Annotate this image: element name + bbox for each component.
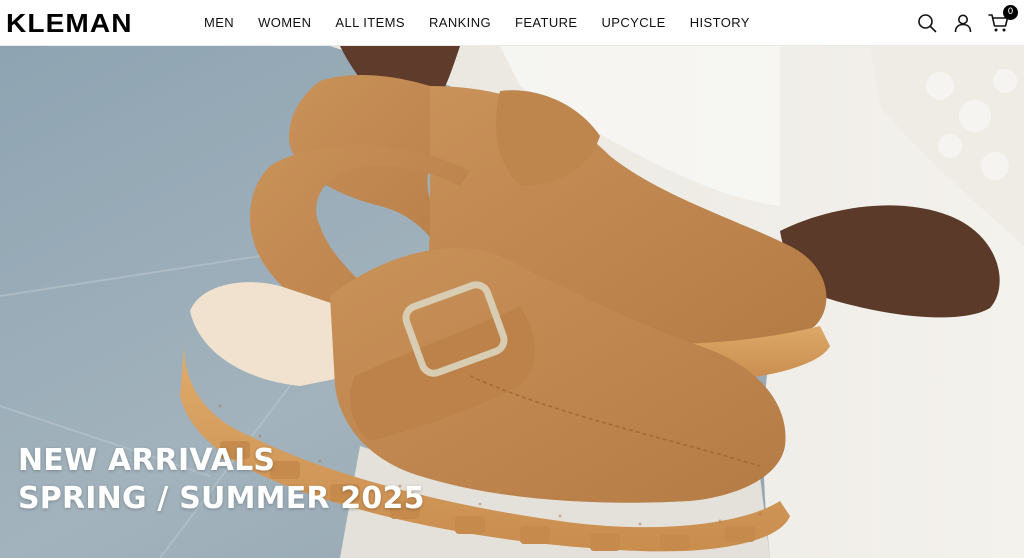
header-actions: 0 [916,4,1018,34]
nav-item-history[interactable]: HISTORY [690,15,750,30]
hero-caption: NEW ARRIVALS SPRING / SUMMER 2025 [18,442,425,518]
nav-item-all-items[interactable]: ALL ITEMS [335,15,405,30]
nav-item-ranking[interactable]: RANKING [429,15,491,30]
account-button[interactable] [952,12,974,34]
nav-item-men[interactable]: MEN [204,15,234,30]
nav-item-feature[interactable]: FEATURE [515,15,578,30]
nav-item-upcycle[interactable]: UPCYCLE [602,15,666,30]
user-icon [954,14,972,32]
site-header: KLEMAN MEN WOMEN ALL ITEMS RANKING FEATU… [0,0,1024,46]
brand-logo[interactable]: KLEMAN [6,10,190,36]
cart-count-badge: 0 [1003,4,1018,20]
search-icon [918,13,937,32]
nav-item-women[interactable]: WOMEN [258,15,311,30]
cart-button[interactable]: 0 [988,4,1018,34]
main-nav: MEN WOMEN ALL ITEMS RANKING FEATURE UPCY… [204,15,750,30]
hero-banner[interactable]: NEW ARRIVALS SPRING / SUMMER 2025 [0,46,1024,558]
hero-title: NEW ARRIVALS [18,443,276,478]
hero-subtitle: SPRING / SUMMER 2025 [18,481,425,516]
search-button[interactable] [916,12,938,34]
